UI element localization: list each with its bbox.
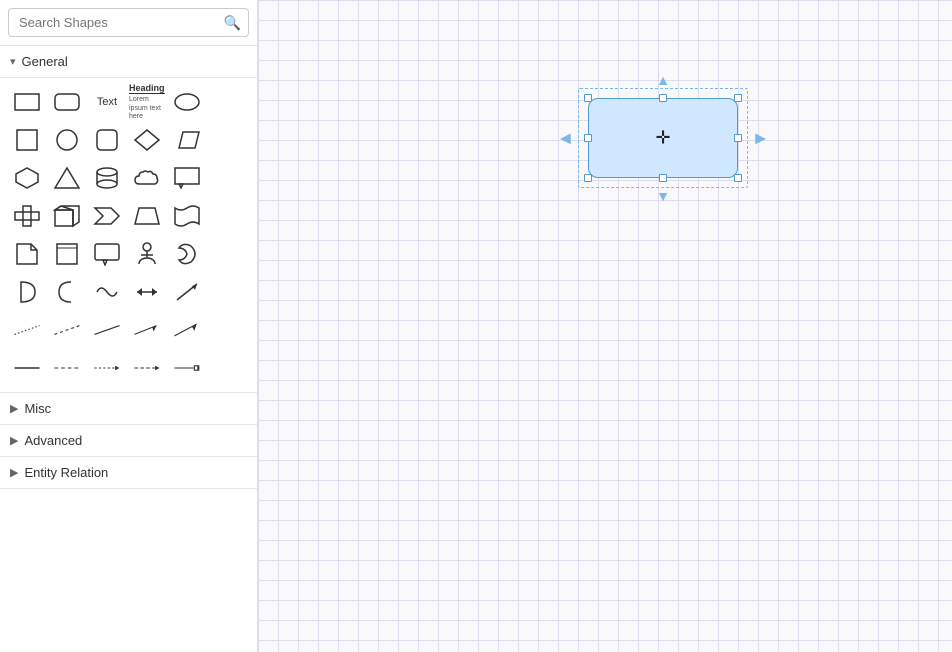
arrow-guide-right[interactable]: ▶	[755, 130, 766, 147]
general-arrow: ▾	[10, 55, 16, 68]
shape-square[interactable]	[8, 122, 46, 158]
handle-middle-left[interactable]	[584, 134, 592, 142]
shape-hexagon[interactable]	[8, 160, 46, 196]
handle-bottom-right[interactable]	[734, 174, 742, 182]
shape-empty4	[208, 198, 246, 234]
handle-top-right[interactable]	[734, 94, 742, 102]
shape-cross[interactable]	[8, 198, 46, 234]
shape-arrow-diagonal[interactable]	[168, 274, 206, 310]
shape-arrow-up-line[interactable]	[168, 312, 206, 348]
shape-empty3	[208, 160, 246, 196]
shape-heading[interactable]: Heading Lorem ipsum text here	[128, 84, 166, 120]
shape-trapezoid[interactable]	[128, 198, 166, 234]
section-header-entity-relation[interactable]: ▶ Entity Relation	[0, 457, 257, 489]
search-input[interactable]	[8, 8, 249, 37]
shape-callout[interactable]	[168, 160, 206, 196]
shape-empty7	[208, 312, 246, 348]
shape-callout2[interactable]	[88, 236, 126, 272]
canvas-area[interactable]: ✛ ▲ ▼ ◀ ▶	[258, 0, 952, 652]
shape-rounded-square[interactable]	[88, 122, 126, 158]
section-header-misc[interactable]: ▶ Misc	[0, 393, 257, 425]
shape-double-arrow[interactable]	[128, 274, 166, 310]
shape-arrow-right-chevron[interactable]	[88, 198, 126, 234]
shape-ellipse[interactable]	[168, 84, 206, 120]
shape-circle[interactable]	[48, 122, 86, 158]
handle-top-middle[interactable]	[659, 94, 667, 102]
shape-arrow-connector[interactable]	[88, 350, 126, 386]
shape-rectangle[interactable]	[8, 84, 46, 120]
shape-diamond[interactable]	[128, 122, 166, 158]
section-header-advanced[interactable]: ▶ Advanced	[0, 425, 257, 457]
handle-top-left[interactable]	[584, 94, 592, 102]
shape-dashed-connector[interactable]	[48, 350, 86, 386]
shape-cube[interactable]	[48, 198, 86, 234]
misc-arrow: ▶	[10, 402, 18, 415]
misc-label: Misc	[24, 401, 51, 416]
shape-wave-flag[interactable]	[168, 198, 206, 234]
shape-empty8	[208, 350, 246, 386]
shape-empty6	[208, 274, 246, 310]
shape-d-shape[interactable]	[8, 274, 46, 310]
advanced-label: Advanced	[24, 433, 82, 448]
shape-double-connector[interactable]	[128, 350, 166, 386]
shape-squiggle[interactable]	[88, 274, 126, 310]
shape-solid-connector[interactable]	[8, 350, 46, 386]
entity-relation-label: Entity Relation	[24, 465, 108, 480]
handle-middle-right[interactable]	[734, 134, 742, 142]
advanced-arrow: ▶	[10, 434, 18, 447]
shape-bracket[interactable]	[48, 274, 86, 310]
search-bar: 🔍	[0, 0, 257, 46]
search-wrapper: 🔍	[8, 8, 249, 37]
shape-doc2[interactable]	[48, 236, 86, 272]
sidebar: 🔍 ▾ General Text Heading Lorem ipsum tex…	[0, 0, 258, 652]
shape-person[interactable]	[128, 236, 166, 272]
shape-dotted-line[interactable]	[8, 312, 46, 348]
shape-selection-box: ✛ ▲ ▼ ◀ ▶	[588, 98, 738, 178]
entity-relation-arrow: ▶	[10, 466, 18, 479]
shape-crescent[interactable]	[168, 236, 206, 272]
shapes-grid-general: Text Heading Lorem ipsum text here	[0, 78, 257, 393]
shape-connector-special[interactable]	[168, 350, 206, 386]
shape-solid-line[interactable]	[88, 312, 126, 348]
shape-triangle[interactable]	[48, 160, 86, 196]
shape-arrow-line[interactable]	[128, 312, 166, 348]
general-label: General	[22, 54, 68, 69]
shape-rounded-rect[interactable]	[48, 84, 86, 120]
shape-text[interactable]: Text	[88, 84, 126, 120]
shape-empty	[208, 84, 246, 120]
canvas-grid[interactable]: ✛ ▲ ▼ ◀ ▶	[258, 0, 952, 652]
arrow-guide-left[interactable]: ◀	[560, 130, 571, 147]
shape-empty2	[208, 122, 246, 158]
handle-bottom-middle[interactable]	[659, 174, 667, 182]
arrow-guide-top[interactable]: ▲	[656, 72, 670, 88]
canvas-shape-selected[interactable]: ✛ ▲ ▼ ◀ ▶	[588, 98, 738, 178]
handle-bottom-left[interactable]	[584, 174, 592, 182]
shape-doc[interactable]	[8, 236, 46, 272]
shape-empty5	[208, 236, 246, 272]
shape-cylinder[interactable]	[88, 160, 126, 196]
move-cursor-icon[interactable]: ✛	[655, 128, 670, 149]
arrow-guide-bottom[interactable]: ▼	[656, 188, 670, 204]
section-header-general[interactable]: ▾ General	[0, 46, 257, 78]
shape-parallelogram[interactable]	[168, 122, 206, 158]
shape-dashed-line[interactable]	[48, 312, 86, 348]
shape-cloud[interactable]	[128, 160, 166, 196]
